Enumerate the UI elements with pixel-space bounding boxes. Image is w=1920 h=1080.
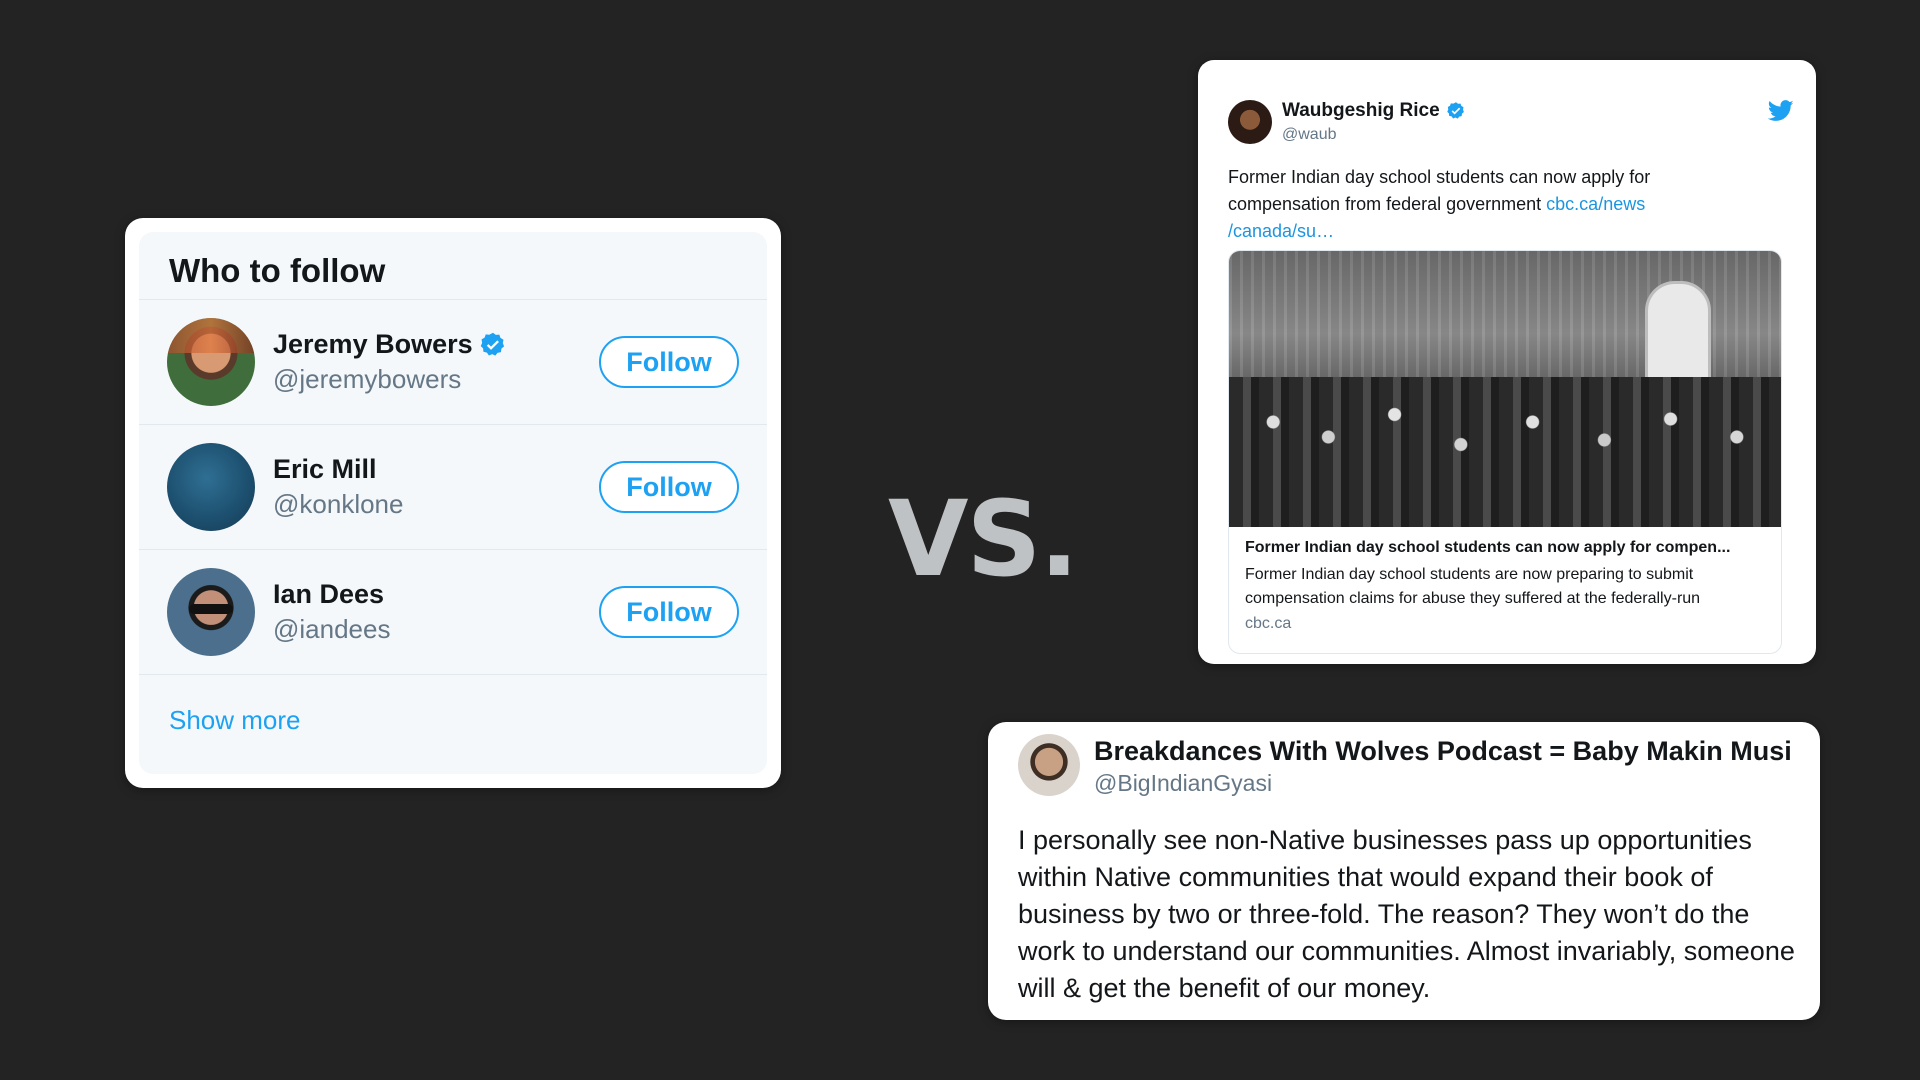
avatar[interactable]: [1228, 100, 1272, 144]
user-meta: Jeremy Bowers @jeremybowers: [273, 329, 599, 395]
photo-crowd: [1229, 377, 1781, 527]
tweet-author-handle: @waub: [1282, 126, 1337, 143]
user-name[interactable]: Eric Mill: [273, 454, 599, 485]
link-preview-body: Former Indian day school students can no…: [1229, 527, 1781, 645]
quote-text: I personally see non-Native businesses p…: [1018, 825, 1795, 1003]
quote-tweet-card: Breakdances With Wolves Podcast = Baby M…: [988, 722, 1820, 1020]
twitter-bird-icon[interactable]: [1768, 100, 1794, 122]
user-meta: Eric Mill @konklone: [273, 454, 599, 520]
user-handle: @konklone: [273, 489, 404, 519]
link-preview-title[interactable]: Former Indian day school students can no…: [1245, 539, 1765, 557]
tweet-embed-card: Waubgeshig Rice @waub Former Indian day …: [1198, 60, 1816, 664]
user-handle: @iandees: [273, 614, 391, 644]
who-to-follow-title: Who to follow: [139, 232, 767, 300]
link-preview-domain: cbc.ca: [1245, 615, 1292, 632]
quote-author-handle: @BigIndianGyasi: [1094, 770, 1273, 796]
vs-label: VS.: [888, 478, 1079, 600]
quote-author-name[interactable]: Breakdances With Wolves Podcast = Baby M…: [1094, 736, 1794, 767]
follow-button[interactable]: Follow: [599, 586, 739, 638]
follow-suggestion-row: Eric Mill @konklone Follow: [139, 425, 767, 550]
who-to-follow-panel: Who to follow Jeremy Bowers @jeremybower…: [139, 232, 767, 774]
avatar[interactable]: [167, 318, 255, 406]
link-preview-card[interactable]: Former Indian day school students can no…: [1228, 250, 1782, 654]
who-to-follow-card: Who to follow Jeremy Bowers @jeremybower…: [125, 218, 781, 788]
avatar[interactable]: [1018, 734, 1080, 796]
verified-badge-icon: [480, 332, 504, 356]
show-more-link[interactable]: Show more: [139, 675, 767, 736]
follow-suggestion-row: Jeremy Bowers @jeremybowers Follow: [139, 300, 767, 425]
user-name[interactable]: Ian Dees: [273, 579, 599, 610]
tweet-text: Former Indian day school students can no…: [1228, 164, 1698, 245]
user-handle: @jeremybowers: [273, 364, 462, 394]
link-preview-description: Former Indian day school students are no…: [1245, 566, 1701, 607]
follow-suggestion-row: Ian Dees @iandees Follow: [139, 550, 767, 675]
tweet-link-part1[interactable]: cbc.ca/news: [1546, 194, 1645, 214]
tweet-body: Waubgeshig Rice @waub Former Indian day …: [1206, 68, 1808, 656]
user-meta: Ian Dees @iandees: [273, 579, 599, 645]
follow-button[interactable]: Follow: [599, 336, 739, 388]
user-name[interactable]: Jeremy Bowers: [273, 329, 599, 360]
follow-button[interactable]: Follow: [599, 461, 739, 513]
tweet-author-name-text[interactable]: Waubgeshig Rice: [1282, 100, 1440, 122]
avatar[interactable]: [167, 443, 255, 531]
tweet-link-part2[interactable]: /canada/su…: [1228, 221, 1334, 241]
link-preview-photo[interactable]: [1229, 251, 1781, 527]
verified-badge-icon: [1446, 102, 1464, 119]
avatar[interactable]: [167, 568, 255, 656]
user-name-text[interactable]: Jeremy Bowers: [273, 329, 473, 360]
tweet-author-name[interactable]: Waubgeshig Rice: [1282, 100, 1466, 122]
